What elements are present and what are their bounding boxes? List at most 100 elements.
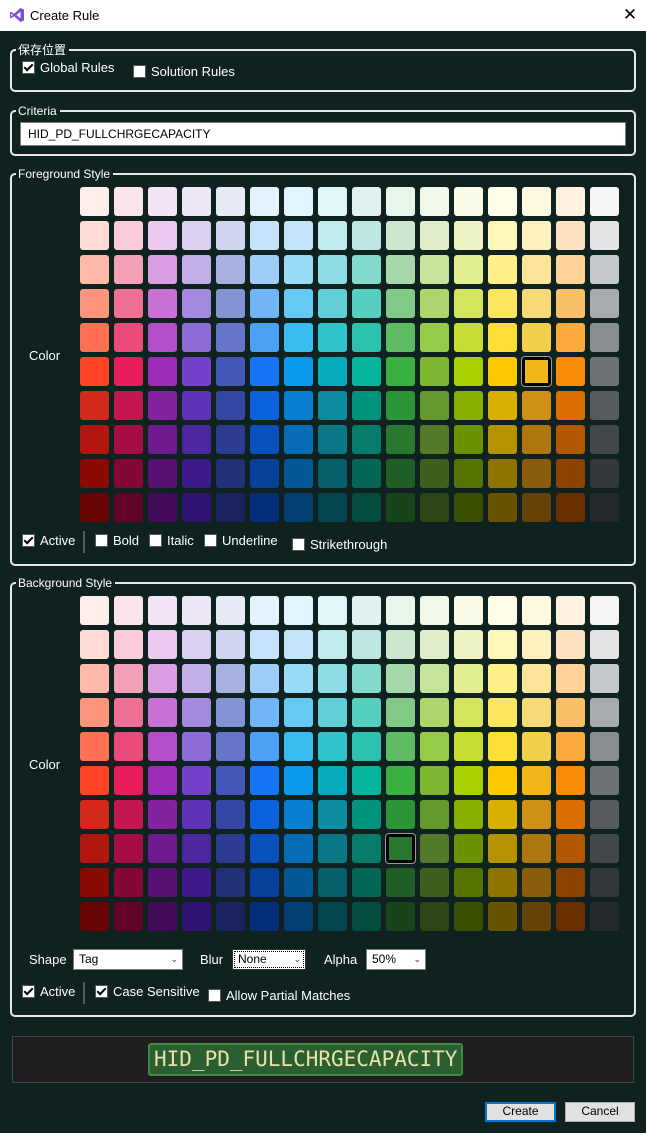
color-swatch[interactable]	[386, 766, 415, 795]
color-swatch[interactable]	[420, 834, 449, 863]
cancel-button[interactable]: Cancel	[565, 1102, 635, 1122]
color-swatch[interactable]	[556, 493, 585, 522]
color-swatch[interactable]	[454, 868, 483, 897]
checkbox-box[interactable]	[208, 989, 221, 1002]
color-swatch[interactable]	[318, 357, 347, 386]
color-swatch[interactable]	[420, 221, 449, 250]
color-swatch[interactable]	[352, 630, 381, 659]
color-swatch[interactable]	[590, 187, 619, 216]
color-swatch[interactable]	[420, 902, 449, 931]
color-swatch[interactable]	[386, 187, 415, 216]
color-swatch[interactable]	[284, 493, 313, 522]
color-swatch[interactable]	[148, 255, 177, 284]
color-swatch[interactable]	[386, 596, 415, 625]
color-swatch[interactable]	[80, 221, 109, 250]
color-swatch[interactable]	[250, 255, 279, 284]
color-swatch[interactable]	[556, 323, 585, 352]
color-swatch[interactable]	[80, 834, 109, 863]
color-swatch[interactable]	[386, 868, 415, 897]
color-swatch[interactable]	[114, 698, 143, 727]
color-swatch[interactable]	[420, 493, 449, 522]
color-swatch[interactable]	[556, 834, 585, 863]
color-swatch[interactable]	[80, 630, 109, 659]
color-swatch[interactable]	[182, 425, 211, 454]
color-swatch[interactable]	[80, 868, 109, 897]
color-swatch[interactable]	[522, 187, 551, 216]
color-swatch[interactable]	[590, 425, 619, 454]
color-swatch[interactable]	[454, 902, 483, 931]
color-swatch[interactable]	[488, 800, 517, 829]
color-swatch[interactable]	[148, 698, 177, 727]
color-swatch[interactable]	[454, 459, 483, 488]
color-swatch[interactable]	[114, 459, 143, 488]
color-swatch[interactable]	[182, 698, 211, 727]
color-swatch[interactable]	[454, 800, 483, 829]
color-swatch[interactable]	[318, 868, 347, 897]
color-swatch[interactable]	[556, 630, 585, 659]
color-swatch[interactable]	[250, 221, 279, 250]
color-swatch[interactable]	[522, 357, 551, 386]
color-swatch[interactable]	[488, 902, 517, 931]
checkbox-box[interactable]	[204, 534, 217, 547]
color-swatch[interactable]	[216, 766, 245, 795]
color-swatch[interactable]	[556, 732, 585, 761]
color-swatch[interactable]	[182, 732, 211, 761]
color-swatch[interactable]	[420, 630, 449, 659]
color-swatch[interactable]	[556, 459, 585, 488]
color-swatch[interactable]	[590, 664, 619, 693]
color-swatch[interactable]	[590, 868, 619, 897]
fg-active-checkbox[interactable]: Active	[22, 533, 75, 548]
color-swatch[interactable]	[420, 868, 449, 897]
color-swatch[interactable]	[454, 255, 483, 284]
color-swatch[interactable]	[590, 698, 619, 727]
color-swatch[interactable]	[114, 732, 143, 761]
color-swatch[interactable]	[420, 255, 449, 284]
color-swatch[interactable]	[284, 732, 313, 761]
color-swatch[interactable]	[522, 323, 551, 352]
color-swatch[interactable]	[182, 187, 211, 216]
allow-partial-matches-checkbox[interactable]: Allow Partial Matches	[208, 988, 350, 1003]
color-swatch[interactable]	[114, 766, 143, 795]
color-swatch[interactable]	[454, 187, 483, 216]
color-swatch[interactable]	[454, 766, 483, 795]
fg-strikethrough-checkbox[interactable]: Strikethrough	[292, 537, 387, 552]
color-swatch[interactable]	[556, 221, 585, 250]
color-swatch[interactable]	[590, 902, 619, 931]
color-swatch[interactable]	[352, 698, 381, 727]
color-swatch[interactable]	[590, 493, 619, 522]
color-swatch[interactable]	[250, 357, 279, 386]
color-swatch[interactable]	[250, 868, 279, 897]
checkbox-box[interactable]	[22, 534, 35, 547]
close-icon[interactable]: ✕	[616, 2, 644, 28]
color-swatch[interactable]	[522, 834, 551, 863]
color-swatch[interactable]	[386, 493, 415, 522]
color-swatch[interactable]	[556, 255, 585, 284]
color-swatch[interactable]	[284, 459, 313, 488]
color-swatch[interactable]	[80, 425, 109, 454]
color-swatch[interactable]	[386, 221, 415, 250]
color-swatch[interactable]	[454, 596, 483, 625]
color-swatch[interactable]	[556, 391, 585, 420]
color-swatch[interactable]	[488, 766, 517, 795]
color-swatch[interactable]	[318, 323, 347, 352]
color-swatch[interactable]	[522, 459, 551, 488]
color-swatch[interactable]	[386, 902, 415, 931]
color-swatch[interactable]	[80, 766, 109, 795]
color-swatch[interactable]	[318, 425, 347, 454]
color-swatch[interactable]	[522, 698, 551, 727]
color-swatch[interactable]	[522, 493, 551, 522]
color-swatch[interactable]	[352, 459, 381, 488]
color-swatch[interactable]	[216, 834, 245, 863]
color-swatch[interactable]	[352, 187, 381, 216]
color-swatch[interactable]	[80, 732, 109, 761]
color-swatch[interactable]	[386, 630, 415, 659]
color-swatch[interactable]	[522, 289, 551, 318]
color-swatch[interactable]	[386, 255, 415, 284]
color-swatch[interactable]	[420, 800, 449, 829]
color-swatch[interactable]	[522, 391, 551, 420]
color-swatch[interactable]	[488, 221, 517, 250]
case-sensitive-checkbox[interactable]: Case Sensitive	[95, 984, 200, 999]
checkbox-box[interactable]	[292, 538, 305, 551]
color-swatch[interactable]	[454, 221, 483, 250]
color-swatch[interactable]	[420, 357, 449, 386]
